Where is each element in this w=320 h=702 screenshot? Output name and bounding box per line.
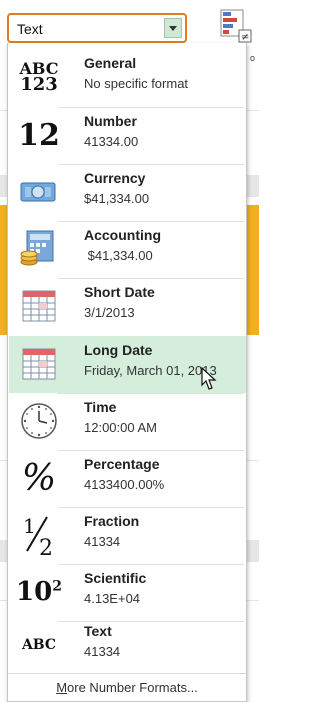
format-name: Number [84,113,137,129]
format-name: Accounting [84,227,161,243]
format-name: Fraction [84,513,140,529]
format-item-accounting[interactable]: Accounting $41,334.00 [9,221,246,278]
format-item-time[interactable]: Time 12:00:00 AM [9,393,246,450]
format-name: Currency [84,170,146,186]
format-example: 12:00:00 AM [84,420,157,435]
format-item-number[interactable]: 12 Number 41334.00 [9,107,246,164]
svg-text:2: 2 [39,536,53,557]
format-item-currency[interactable]: Currency $41,334.00 [9,164,246,221]
more-number-formats-link[interactable]: More Number Formats... [8,673,246,702]
access-key: M [56,680,68,695]
more-label: ore Number Formats... [67,680,198,695]
svg-text:1: 1 [23,514,36,538]
conditional-formatting-icon[interactable]: ≠ [219,8,253,44]
calendar-icon [15,284,63,328]
sheet-highlight-right [247,205,259,335]
format-item-text[interactable]: ABC Text 41334 [9,617,246,674]
format-name: Percentage [84,456,160,472]
format-example: No specific format [84,76,189,91]
chevron-down-icon [169,26,177,31]
currency-icon [15,170,63,214]
format-name: Scientific [84,570,147,586]
clock-icon [15,399,63,443]
format-name: Time [84,399,117,415]
format-example: 3/1/2013 [84,305,135,320]
abc-123-icon: ABC 123 [19,59,59,95]
accounting-icon [15,227,63,271]
abc-icon: ABC [21,637,57,653]
dropdown-button[interactable] [164,18,182,38]
format-name: Short Date [84,284,155,300]
format-example: 4.13E+04 [84,591,141,606]
format-item-scientific[interactable]: 102 Scientific 4.13E+04 [9,564,246,621]
format-item-percentage[interactable]: % Percentage 4133400.00% [9,450,246,507]
format-name: Long Date [84,342,153,358]
format-item-fraction[interactable]: 1 2 Fraction 41334 [9,507,246,564]
ribbon-hint: o [250,53,256,63]
format-example: Friday, March 01, 2013 [84,363,217,378]
percent-icon: % [21,457,57,499]
format-example: 4133400.00% [84,477,165,492]
format-name: Text [84,623,112,639]
number-format-combo[interactable]: Text [7,13,187,43]
number-format-value[interactable]: Text [17,21,43,37]
format-example: 41334 [84,534,121,549]
svg-text:≠: ≠ [241,32,249,43]
format-name: General [84,55,137,71]
format-example: 41334.00 [84,134,139,149]
format-example: 41334 [84,644,121,659]
scientific-icon: 102 [16,577,62,607]
format-item-short-date[interactable]: Short Date 3/1/2013 [9,278,246,335]
format-item-general[interactable]: ABC 123 General No specific format [9,49,246,106]
calendar-icon [15,342,63,386]
format-example: $41,334.00 [84,248,153,263]
format-example: $41,334.00 [84,191,150,206]
mouse-cursor-icon [201,367,217,390]
fraction-icon: 1 2 [15,513,63,557]
number-12-icon: 12 [18,117,60,153]
